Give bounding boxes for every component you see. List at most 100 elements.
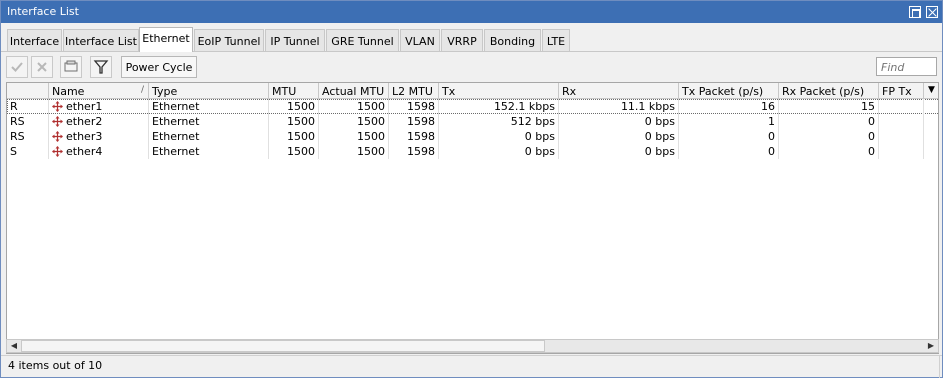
interface-table: Name / Type MTU Actual MTU L2 MTU Tx Rx T… xyxy=(6,82,939,354)
tab-bonding[interactable]: Bonding xyxy=(484,29,541,51)
check-icon xyxy=(11,62,23,72)
cell-l2-mtu: 1598 xyxy=(389,99,439,114)
comment-button[interactable] xyxy=(60,56,82,78)
cell-rx-packet: 0 xyxy=(779,144,879,159)
tab-vrrp[interactable]: VRRP xyxy=(441,29,483,51)
cell-tx: 0 bps xyxy=(439,144,559,159)
scroll-right-icon[interactable]: ▶ xyxy=(924,340,938,352)
tab-interface-list[interactable]: Interface List xyxy=(63,29,139,51)
cell-actual-mtu: 1500 xyxy=(319,129,389,144)
item-count: 4 items out of 10 xyxy=(8,359,103,372)
cell-flags: RS xyxy=(7,114,49,129)
ethernet-interface-icon xyxy=(52,116,63,127)
interface-icon-wrap xyxy=(49,114,65,129)
table-row[interactable]: RS ether2 Ethernet 1500 1500 1598 512 bps 0 bps… xyxy=(7,114,938,129)
cell-rx-packet: 0 xyxy=(779,129,879,144)
cell-fp-tx xyxy=(879,144,924,159)
cell-rx: 0 bps xyxy=(559,129,679,144)
interface-icon-wrap xyxy=(49,99,65,114)
column-rx[interactable]: Rx xyxy=(559,83,679,99)
cell-rx: 0 bps xyxy=(559,114,679,129)
tab-ethernet[interactable]: Ethernet xyxy=(139,27,193,52)
close-icon[interactable] xyxy=(926,6,938,18)
table-header: Name / Type MTU Actual MTU L2 MTU Tx Rx T… xyxy=(7,83,938,99)
ethernet-interface-icon xyxy=(52,101,63,112)
cell-rx: 11.1 kbps xyxy=(559,99,679,114)
status-separator xyxy=(939,356,940,378)
tab-gre-tunnel[interactable]: GRE Tunnel xyxy=(326,29,399,51)
tab-vlan[interactable]: VLAN xyxy=(400,29,440,51)
window-title: Interface List xyxy=(7,5,79,18)
ethernet-interface-icon xyxy=(52,146,63,157)
interface-icon-wrap xyxy=(49,144,65,159)
filter-icon xyxy=(93,60,109,74)
toolbar: Power Cycle xyxy=(1,53,942,81)
table-row[interactable]: Rether1 Ethernet 1500 1500 1598 152.1 kbps 11.… xyxy=(7,99,938,114)
column-actual-mtu[interactable]: Actual MTU xyxy=(319,83,389,99)
cell-flags: RS xyxy=(7,129,49,144)
column-menu-icon[interactable]: ▼ xyxy=(924,83,938,99)
cell-fp-tx xyxy=(879,129,924,144)
scroll-thumb[interactable] xyxy=(21,340,545,352)
column-tx-packet[interactable]: Tx Packet (p/s) xyxy=(679,83,779,99)
column-fp-tx[interactable]: FP Tx xyxy=(879,83,924,99)
disable-button[interactable] xyxy=(31,56,53,78)
cell-mtu: 1500 xyxy=(269,129,319,144)
filter-button[interactable] xyxy=(90,56,112,78)
interface-list-window: Interface List Interface Interface List … xyxy=(0,0,943,378)
cell-tx: 512 bps xyxy=(439,114,559,129)
cell-l2-mtu: 1598 xyxy=(389,129,439,144)
cell-fp-tx xyxy=(879,99,924,114)
x-icon xyxy=(37,62,47,72)
cell-mtu: 1500 xyxy=(269,114,319,129)
cell-tx-packet: 16 xyxy=(679,99,779,114)
tab-interface[interactable]: Interface xyxy=(7,29,62,51)
cell-actual-mtu: 1500 xyxy=(319,144,389,159)
column-tx[interactable]: Tx xyxy=(439,83,559,99)
cell-type: Ethernet xyxy=(149,99,269,114)
column-type[interactable]: Type xyxy=(149,83,269,99)
cell-type: Ethernet xyxy=(149,144,269,159)
cell-mtu: 1500 xyxy=(269,99,319,114)
ethernet-interface-icon xyxy=(52,131,63,142)
column-l2-mtu[interactable]: L2 MTU xyxy=(389,83,439,99)
cell-tx-packet: 0 xyxy=(679,144,779,159)
column-flags[interactable] xyxy=(7,83,49,99)
horizontal-scrollbar[interactable]: ◀ ▶ xyxy=(6,339,939,353)
tab-lte[interactable]: LTE xyxy=(542,29,570,51)
cell-tx: 152.1 kbps xyxy=(439,99,559,114)
cell-flags: S xyxy=(7,144,49,159)
cell-rx-packet: 15 xyxy=(779,99,879,114)
power-cycle-button[interactable]: Power Cycle xyxy=(121,56,197,78)
scroll-left-icon[interactable]: ◀ xyxy=(7,340,21,352)
comment-icon xyxy=(64,60,78,72)
column-rx-packet[interactable]: Rx Packet (p/s) xyxy=(779,83,879,99)
interface-icon-wrap xyxy=(49,129,65,144)
cell-tx: 0 bps xyxy=(439,129,559,144)
cell-mtu: 1500 xyxy=(269,144,319,159)
column-name[interactable]: Name / xyxy=(49,83,149,99)
cell-flags: R xyxy=(7,99,49,114)
sort-indicator-icon: / xyxy=(140,85,144,95)
restore-icon[interactable] xyxy=(909,6,921,18)
enable-button[interactable] xyxy=(6,56,28,78)
cell-tx-packet: 0 xyxy=(679,129,779,144)
cell-tx-packet: 1 xyxy=(679,114,779,129)
cell-l2-mtu: 1598 xyxy=(389,114,439,129)
cell-fp-tx xyxy=(879,114,924,129)
column-mtu[interactable]: MTU xyxy=(269,83,319,99)
tab-eoip-tunnel[interactable]: EoIP Tunnel xyxy=(194,29,264,51)
cell-type: Ethernet xyxy=(149,114,269,129)
cell-actual-mtu: 1500 xyxy=(319,99,389,114)
cell-rx-packet: 0 xyxy=(779,114,879,129)
cell-type: Ethernet xyxy=(149,129,269,144)
cell-l2-mtu: 1598 xyxy=(389,144,439,159)
title-bar[interactable]: Interface List xyxy=(1,1,942,23)
find-input[interactable] xyxy=(876,57,937,76)
status-bar: 4 items out of 10 xyxy=(1,355,942,378)
table-row[interactable]: RS ether3 Ethernet 1500 1500 1598 0 bps 0 bps 0 0 xyxy=(7,129,938,144)
tab-ip-tunnel[interactable]: IP Tunnel xyxy=(265,29,325,51)
cell-actual-mtu: 1500 xyxy=(319,114,389,129)
table-row[interactable]: Sether4 Ethernet 1500 1500 1598 0 bps 0 bps 0 0 xyxy=(7,144,938,159)
cell-rx: 0 bps xyxy=(559,144,679,159)
